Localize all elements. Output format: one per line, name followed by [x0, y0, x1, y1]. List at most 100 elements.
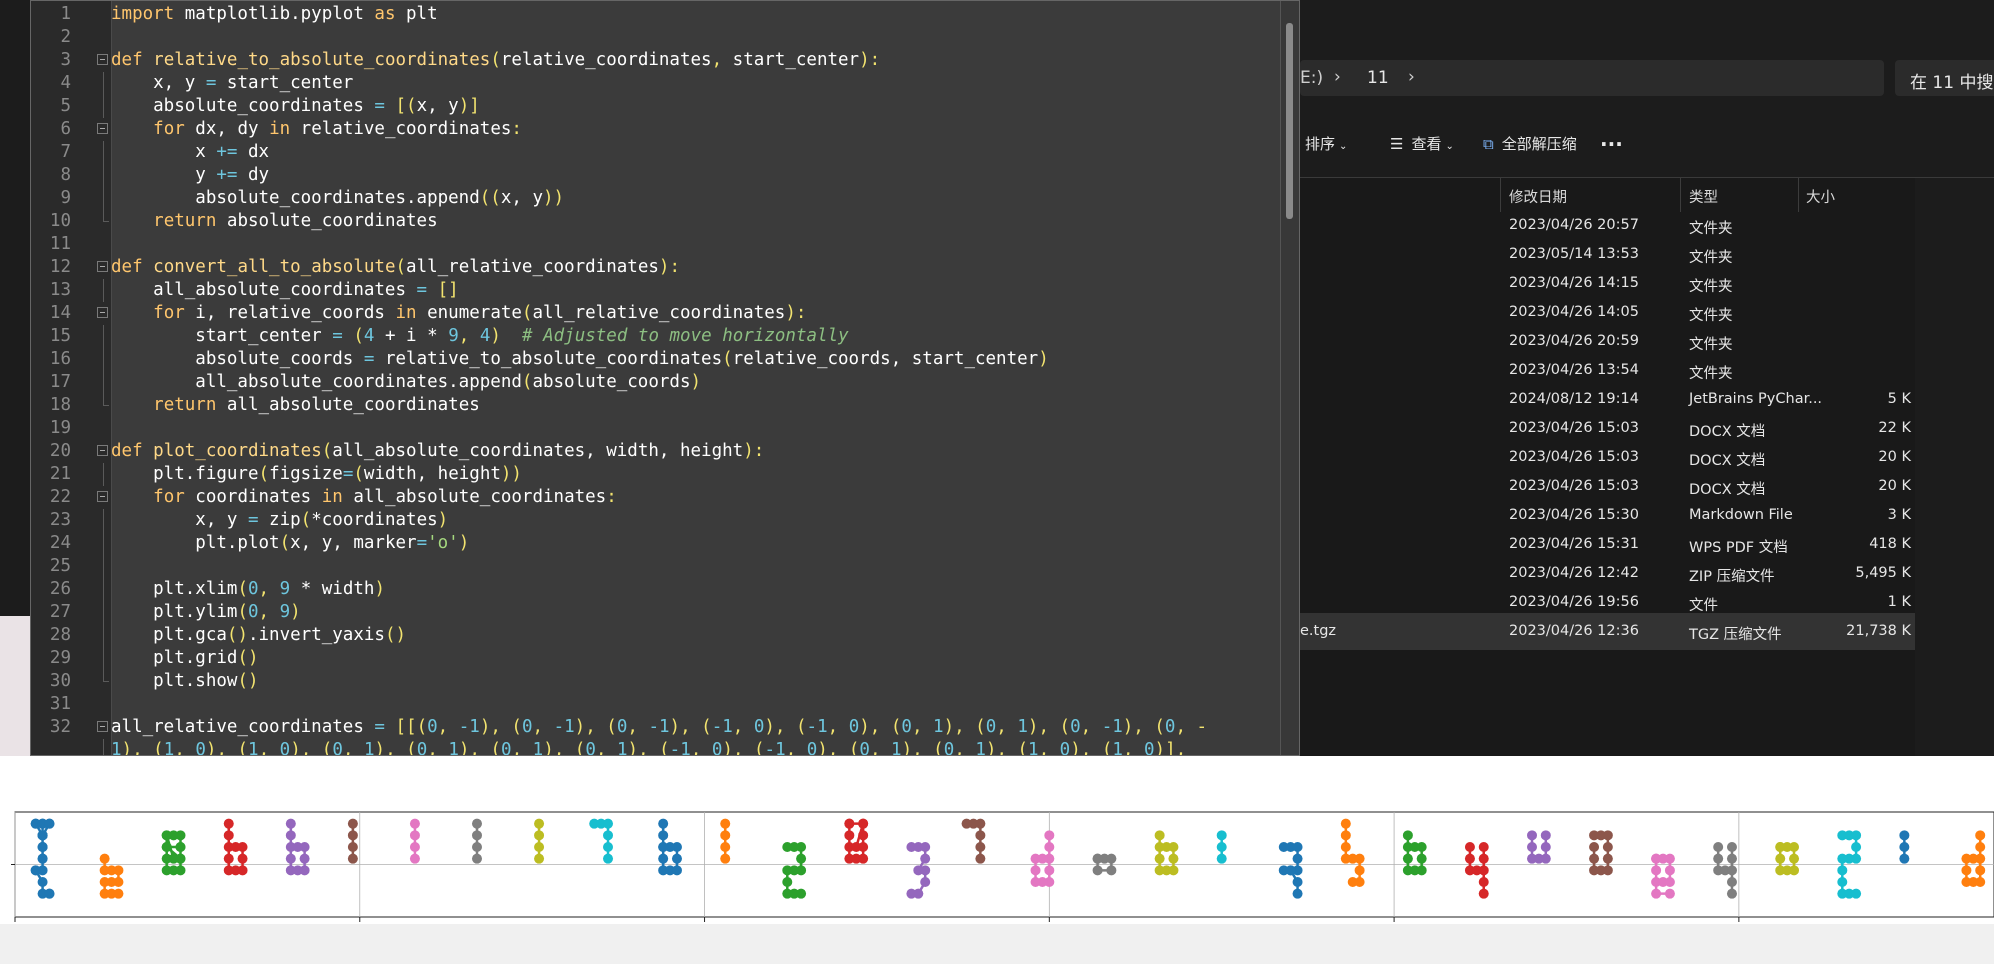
x-tick-label: 250	[1727, 922, 1750, 924]
column-divider[interactable]	[1798, 178, 1799, 212]
code-token: )	[290, 602, 301, 622]
editor-scroll-thumb[interactable]	[1286, 23, 1293, 219]
code-line[interactable]: 10 return absolute_coordinates	[31, 210, 1271, 233]
file-date: 2023/04/26 14:05	[1509, 304, 1639, 320]
code-line[interactable]: 12 def convert_all_to_absolute(all_relati…	[31, 256, 1271, 279]
column-divider[interactable]	[1500, 178, 1501, 212]
code-token: plt.grid	[111, 648, 238, 668]
data-point	[1968, 853, 1979, 864]
code-line[interactable]: 24 plt.plot(x, y, marker='o')	[31, 532, 1271, 555]
code-line[interactable]: 11	[31, 233, 1271, 256]
chevron-down-icon: ⌄	[1339, 141, 1348, 152]
data-point	[1726, 865, 1737, 876]
fold-toggle-icon[interactable]	[97, 445, 108, 456]
data-point	[1168, 865, 1179, 876]
column-header-type[interactable]: 类型	[1689, 186, 1718, 207]
code-token: ):	[859, 50, 881, 70]
code-line[interactable]: 28 plt.gca().invert_yaxis()	[31, 624, 1271, 647]
code-token: import	[111, 4, 175, 24]
code-line[interactable]: 30 plt.show()	[31, 670, 1271, 693]
code-token: 0	[1144, 740, 1155, 756]
code-token: + i *	[374, 326, 449, 346]
fold-toggle-icon[interactable]	[97, 491, 108, 502]
file-type: DOCX 文档	[1689, 424, 1766, 440]
code-token: ), (	[121, 740, 164, 756]
extract-all-label: 全部解压缩	[1501, 135, 1577, 153]
code-line[interactable]: 22 for coordinates in all_absolute_coord…	[31, 486, 1271, 509]
line-number: 22	[49, 487, 71, 507]
code-line[interactable]: 4 x, y = start_center	[31, 72, 1271, 95]
address-prefix[interactable]: E:)	[1300, 68, 1323, 88]
file-size: 418 K	[1869, 536, 1911, 552]
code-line[interactable]: 25	[31, 555, 1271, 578]
column-header-size[interactable]: 大小	[1806, 186, 1835, 207]
code-area[interactable]: 1 import matplotlib.pyplot as plt 2 3 def re…	[31, 3, 1271, 756]
column-header-date[interactable]: 修改日期	[1509, 186, 1567, 207]
fold-toggle-icon[interactable]	[97, 261, 108, 272]
code-line[interactable]: 1), (1, 0), (1, 0), (0, 1), (0, 1), (0, …	[31, 739, 1271, 756]
code-line[interactable]: 26 plt.xlim(0, 9 * width)	[31, 578, 1271, 601]
editor-scrollbar[interactable]	[1280, 1, 1299, 755]
fold-toggle-icon[interactable]	[97, 307, 108, 318]
code-token: 1	[1028, 740, 1039, 756]
more-options-icon[interactable]: ...	[1600, 127, 1623, 151]
extract-all-button[interactable]: ⧉ 全部解压缩	[1483, 133, 1577, 154]
code-line[interactable]: 3 def relative_to_absolute_coordinates(re…	[31, 49, 1271, 72]
data-point	[658, 830, 669, 841]
file-list[interactable]: 2023/04/26 20:57 文件夹 2023/05/14 13:53 文件夹 20…	[1300, 178, 1915, 756]
code-line[interactable]: 29 plt.grid()	[31, 647, 1271, 670]
code-line[interactable]: 31	[31, 693, 1271, 716]
search-box[interactable]: 在 11 中搜	[1895, 60, 1994, 96]
code-line[interactable]: 6 for dx, dy in relative_coordinates:	[31, 118, 1271, 141]
code-line[interactable]: 17 all_absolute_coordinates.append(absol…	[31, 371, 1271, 394]
data-point	[534, 842, 545, 852]
data-point	[37, 877, 48, 887]
code-line[interactable]: 5 absolute_coordinates = [(x, y)]	[31, 95, 1271, 118]
fold-toggle-icon[interactable]	[97, 123, 108, 134]
code-token: 9	[279, 579, 291, 599]
code-line[interactable]: 20 def plot_coordinates(all_absolute_coor…	[31, 440, 1271, 463]
code-token: =	[332, 326, 343, 346]
fold-guide	[103, 647, 104, 670]
code-line[interactable]: 14 for i, relative_coords in enumerate(a…	[31, 302, 1271, 325]
data-point	[782, 865, 793, 876]
code-token: absolute_coordinates	[111, 96, 375, 116]
chevron-right-icon[interactable]: ›	[1408, 67, 1415, 87]
code-line[interactable]: 15 start_center = (4 + i * 9, 4) # Adjus…	[31, 325, 1271, 348]
code-token: 1	[891, 740, 902, 756]
code-line[interactable]: 18 return all_absolute_coordinates	[31, 394, 1271, 417]
data-point	[1540, 842, 1551, 852]
view-button[interactable]: ☰ 查看 ⌄	[1390, 133, 1454, 154]
code-line[interactable]: 23 x, y = zip(*coordinates)	[31, 509, 1271, 532]
code-line[interactable]: 21 plt.figure(figsize=(width, height))	[31, 463, 1271, 486]
data-point	[409, 853, 420, 864]
line-number: 26	[49, 579, 71, 599]
data-point	[1292, 853, 1303, 864]
code-line[interactable]: 7 x += dx	[31, 141, 1271, 164]
code-line[interactable]: 16 absolute_coords = relative_to_absolut…	[31, 348, 1271, 371]
fold-toggle-icon[interactable]	[97, 54, 108, 65]
data-point	[1789, 853, 1800, 864]
code-line[interactable]: 27 plt.ylim(0, 9)	[31, 601, 1271, 624]
code-line[interactable]: 19	[31, 417, 1271, 440]
code-line[interactable]: 13 all_absolute_coordinates = []	[31, 279, 1271, 302]
code-line[interactable]: 8 y += dy	[31, 164, 1271, 187]
file-row[interactable]: e.tgz 2023/04/26 12:36 TGZ 压缩文件 21,738 K	[1300, 613, 1915, 650]
code-line[interactable]: 1 import matplotlib.pyplot as plt	[31, 3, 1271, 26]
sort-button[interactable]: 排序 ⌄	[1305, 133, 1347, 154]
data-point	[30, 865, 41, 876]
data-point	[1409, 842, 1420, 852]
data-point	[1775, 842, 1786, 852]
code-line[interactable]: 32 all_relative_coordinates = [[(0, -1), …	[31, 716, 1271, 739]
chevron-right-icon[interactable]: ›	[1334, 67, 1341, 87]
code-token: start_center	[111, 326, 333, 346]
code-line[interactable]: 2	[31, 26, 1271, 49]
code-line[interactable]: 9 absolute_coordinates.append((x, y))	[31, 187, 1271, 210]
code-token: ), (	[764, 717, 807, 737]
fold-toggle-icon[interactable]	[97, 721, 108, 732]
address-bar[interactable]: E:) › 11 ›	[1300, 60, 1884, 96]
file-type: JetBrains PyChar...	[1689, 391, 1823, 407]
breadcrumb-folder[interactable]: 11	[1367, 68, 1389, 88]
column-divider[interactable]	[1680, 178, 1681, 212]
code-editor[interactable]: 1 import matplotlib.pyplot as plt 2 3 def re…	[30, 0, 1300, 756]
